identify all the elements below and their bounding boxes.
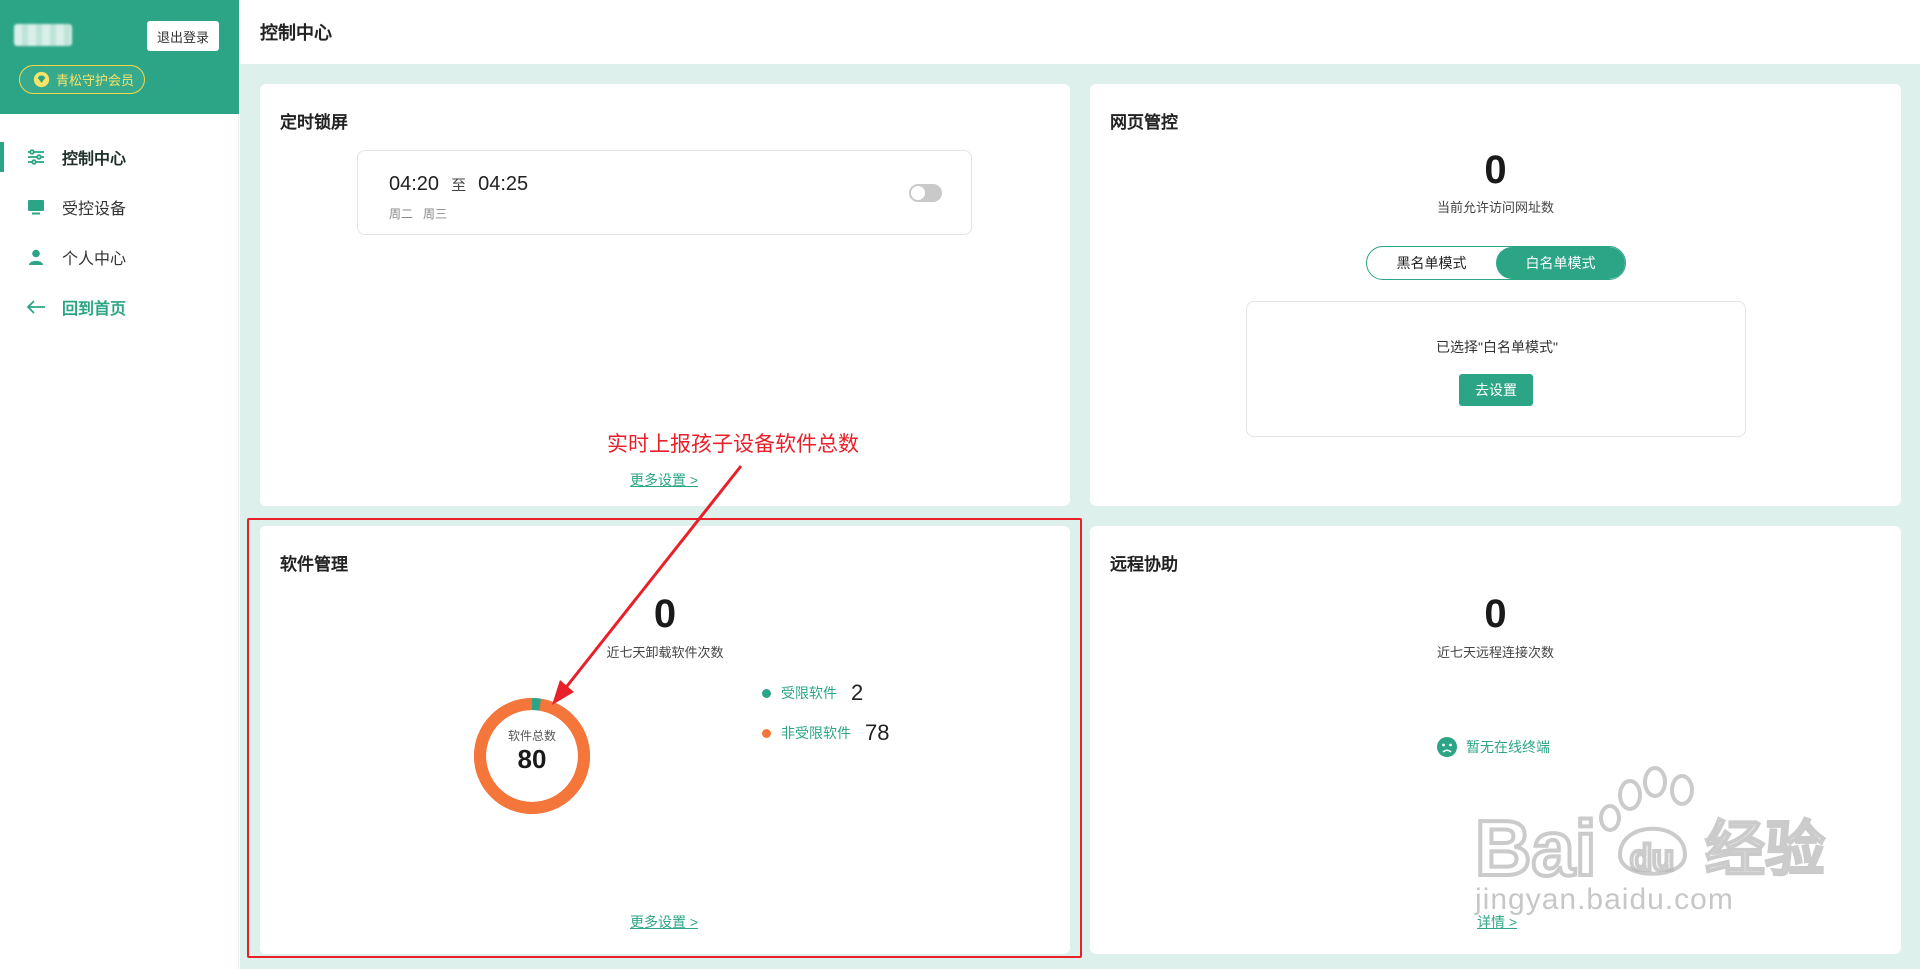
top-bar: 控制中心 (240, 0, 1920, 64)
diamond-icon (33, 71, 50, 88)
legend-unrestricted: 非受限软件 78 (762, 720, 889, 746)
username-blurred (14, 24, 72, 46)
legend-dot-unrestricted (762, 728, 771, 738)
sidebar-header: 退出登录 青松守护会员 (0, 0, 239, 114)
whitelist-mode-button[interactable]: 白名单模式 (1496, 247, 1625, 279)
sidebar-nav: 控制中心 受控设备 个人中心 回到首页 (0, 132, 239, 332)
allowed-url-label: 当前允许访问网址数 (1436, 200, 1554, 215)
time-separator: 至 (451, 177, 467, 194)
remote-assist-card: 远程协助 0 近七天远程连接次数 暂无在线终端 详情 > (1090, 526, 1901, 954)
user-icon (29, 249, 43, 265)
software-management-card: 软件管理 0 近七天卸载软件次数 软件总数 80 受限软件 2 非受限软件 78… (260, 526, 1070, 954)
schedule-days: 周二 周三 (389, 205, 447, 222)
more-settings-link[interactable]: 更多设置 > (630, 470, 698, 490)
schedule-item[interactable]: 04:20 至 04:25 周二 周三 (357, 150, 972, 235)
annotation-text: 实时上报孩子设备软件总数 (607, 433, 859, 456)
sidebar-item-label: 控制中心 (62, 151, 127, 168)
uninstall-count-label: 近七天卸载软件次数 (606, 645, 724, 660)
sidebar-item-label: 受控设备 (62, 201, 127, 218)
card-title: 软件管理 (280, 555, 348, 574)
remote-connection-count: 0 (1484, 592, 1507, 636)
card-title: 定时锁屏 (280, 113, 348, 132)
sidebar-item-profile[interactable]: 个人中心 (0, 232, 239, 282)
card-title: 远程协助 (1110, 555, 1178, 574)
legend-label-restricted: 受限软件 (781, 685, 837, 701)
sliders-icon (28, 149, 44, 165)
allowed-url-count: 0 (1484, 148, 1507, 192)
time-range: 04:20 至 04:25 (389, 173, 528, 196)
sidebar: 退出登录 青松守护会员 控制中心 受控设备 个人中心 回到首页 (0, 0, 239, 969)
legend-count-restricted: 2 (851, 680, 864, 705)
selected-mode-message: 已选择"白名单模式" (1436, 339, 1558, 355)
donut-total-value: 80 (517, 744, 547, 774)
toggle-knob (911, 186, 925, 200)
start-time: 04:20 (389, 173, 440, 195)
mode-panel: 已选择"白名单模式" 去设置 (1246, 301, 1746, 437)
member-badge[interactable]: 青松守护会员 (19, 65, 145, 94)
sidebar-item-label: 个人中心 (62, 251, 127, 268)
page-title: 控制中心 (260, 23, 332, 43)
day-label: 周三 (423, 207, 448, 221)
arrow-left-icon (26, 300, 45, 314)
sidebar-item-control-center[interactable]: 控制中心 (0, 132, 239, 182)
remote-connection-label: 近七天远程连接次数 (1436, 645, 1554, 660)
logout-button[interactable]: 退出登录 (147, 21, 219, 51)
blacklist-mode-button[interactable]: 黑名单模式 (1367, 247, 1496, 279)
go-setup-button[interactable]: 去设置 (1459, 374, 1533, 406)
end-time: 04:25 (478, 173, 529, 195)
legend-count-unrestricted: 78 (865, 720, 890, 745)
card-title: 网页管控 (1110, 113, 1178, 132)
offline-message: 暂无在线终端 (1466, 739, 1550, 755)
more-settings-link[interactable]: 更多设置 > (630, 912, 698, 932)
member-label: 青松守护会员 (56, 73, 135, 88)
sad-face-icon (1437, 737, 1457, 757)
details-link[interactable]: 详情 > (1477, 912, 1517, 932)
sidebar-item-home[interactable]: 回到首页 (0, 282, 239, 332)
day-label: 周二 (389, 207, 414, 221)
donut-total-label: 软件总数 (507, 729, 556, 743)
legend-label-unrestricted: 非受限软件 (781, 725, 851, 741)
legend-dot-restricted (762, 688, 771, 698)
sidebar-item-devices[interactable]: 受控设备 (0, 182, 239, 232)
offline-status: 暂无在线终端 (1436, 736, 1550, 758)
sidebar-item-label: 回到首页 (62, 301, 127, 318)
uninstall-count: 0 (653, 592, 677, 636)
main-content: 定时锁屏 04:20 至 04:25 周二 周三 更多设置 > 网页管控 0 当… (240, 64, 1920, 969)
monitor-icon (28, 200, 44, 215)
legend-restricted: 受限软件 2 (762, 680, 863, 706)
schedule-toggle[interactable] (909, 184, 942, 202)
web-control-card: 网页管控 0 当前允许访问网址数 黑名单模式 白名单模式 已选择"白名单模式" … (1090, 84, 1901, 506)
mode-switch: 黑名单模式 白名单模式 (1366, 246, 1626, 280)
